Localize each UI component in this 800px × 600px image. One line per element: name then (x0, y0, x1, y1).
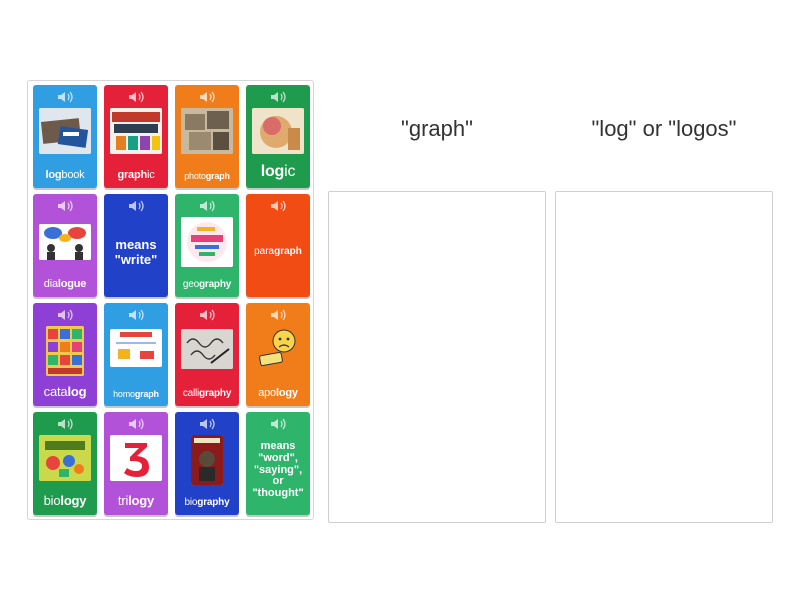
card-logic[interactable]: logic (246, 85, 310, 188)
card-means-word[interactable]: means "word", "saying", or "thought" (246, 412, 310, 515)
card-label: means "write" (114, 237, 158, 267)
bucket-title-log-logos: "log" or "logos" (591, 116, 737, 141)
sorry-face-image (252, 326, 304, 372)
card-trilogy[interactable]: trilogy (104, 412, 168, 515)
speaker-icon[interactable] (57, 90, 73, 104)
card-means-write[interactable]: means "write" (104, 194, 168, 297)
biology-book-image (39, 435, 91, 481)
card-label: logic (260, 163, 296, 180)
card-catalog[interactable]: catalog (33, 303, 97, 406)
card-label: catalog (43, 384, 87, 399)
speaker-icon[interactable] (128, 199, 144, 213)
logbook-image (39, 108, 91, 154)
card-label: para graph (254, 246, 302, 258)
card-calligraphy[interactable]: calligraphy (175, 303, 239, 406)
old-photographs-image (181, 108, 233, 154)
speaker-icon[interactable] (57, 199, 73, 213)
card-photograph[interactable]: photograph (175, 85, 239, 188)
speaker-icon[interactable] (199, 199, 215, 213)
card-biography[interactable]: biography (175, 412, 239, 515)
speaker-icon[interactable] (128, 308, 144, 322)
card-label: apology (258, 387, 298, 399)
catalog-image (46, 326, 84, 376)
thinking-head-image (252, 108, 304, 154)
card-label: biography (184, 497, 230, 508)
speaker-icon[interactable] (128, 90, 144, 104)
calligraphy-image (181, 329, 233, 369)
speaker-icon[interactable] (199, 308, 215, 322)
card-label: geography (182, 279, 232, 290)
geography-wordcloud-image (181, 217, 233, 267)
card-label: dialogue (43, 278, 87, 290)
card-label: trilogy (117, 493, 155, 508)
drop-zone-log-logos[interactable] (555, 191, 773, 523)
card-label: graphic (117, 169, 155, 181)
speaker-icon[interactable] (270, 199, 286, 213)
lincoln-book-image (191, 435, 223, 485)
card-label: photograph (184, 171, 230, 181)
card-label: logbook (45, 169, 85, 181)
card-label: biology (43, 493, 87, 508)
card-biology[interactable]: biology (33, 412, 97, 515)
speech-bubbles-image (39, 224, 91, 260)
speaker-icon[interactable] (128, 417, 144, 431)
speaker-icon[interactable] (270, 417, 286, 431)
card-geography[interactable]: geography (175, 194, 239, 297)
card-label: calligraphy (182, 388, 232, 399)
graphic-novels-image (110, 108, 162, 154)
drop-zone-graph[interactable] (328, 191, 546, 523)
speaker-icon[interactable] (57, 308, 73, 322)
speaker-icon[interactable] (270, 90, 286, 104)
card-apology[interactable]: apology (246, 303, 310, 406)
bucket-title-graph: "graph" (401, 116, 473, 141)
card-paragraph[interactable]: para graph (246, 194, 310, 297)
card-label: homograph (113, 389, 159, 399)
card-graphic[interactable]: graphic (104, 85, 168, 188)
card-label: means "word", "saying", or "thought" (252, 439, 304, 500)
speaker-icon[interactable] (57, 417, 73, 431)
card-logbook[interactable]: logbook (33, 85, 97, 188)
homograph-image (110, 329, 162, 367)
card-homograph[interactable]: homograph (104, 303, 168, 406)
speaker-icon[interactable] (199, 417, 215, 431)
card-tray: logbook graphic photograph logic dialogu… (27, 80, 314, 520)
card-dialogue[interactable]: dialogue (33, 194, 97, 297)
speaker-icon[interactable] (270, 308, 286, 322)
number-three-image (110, 435, 162, 481)
speaker-icon[interactable] (199, 90, 215, 104)
